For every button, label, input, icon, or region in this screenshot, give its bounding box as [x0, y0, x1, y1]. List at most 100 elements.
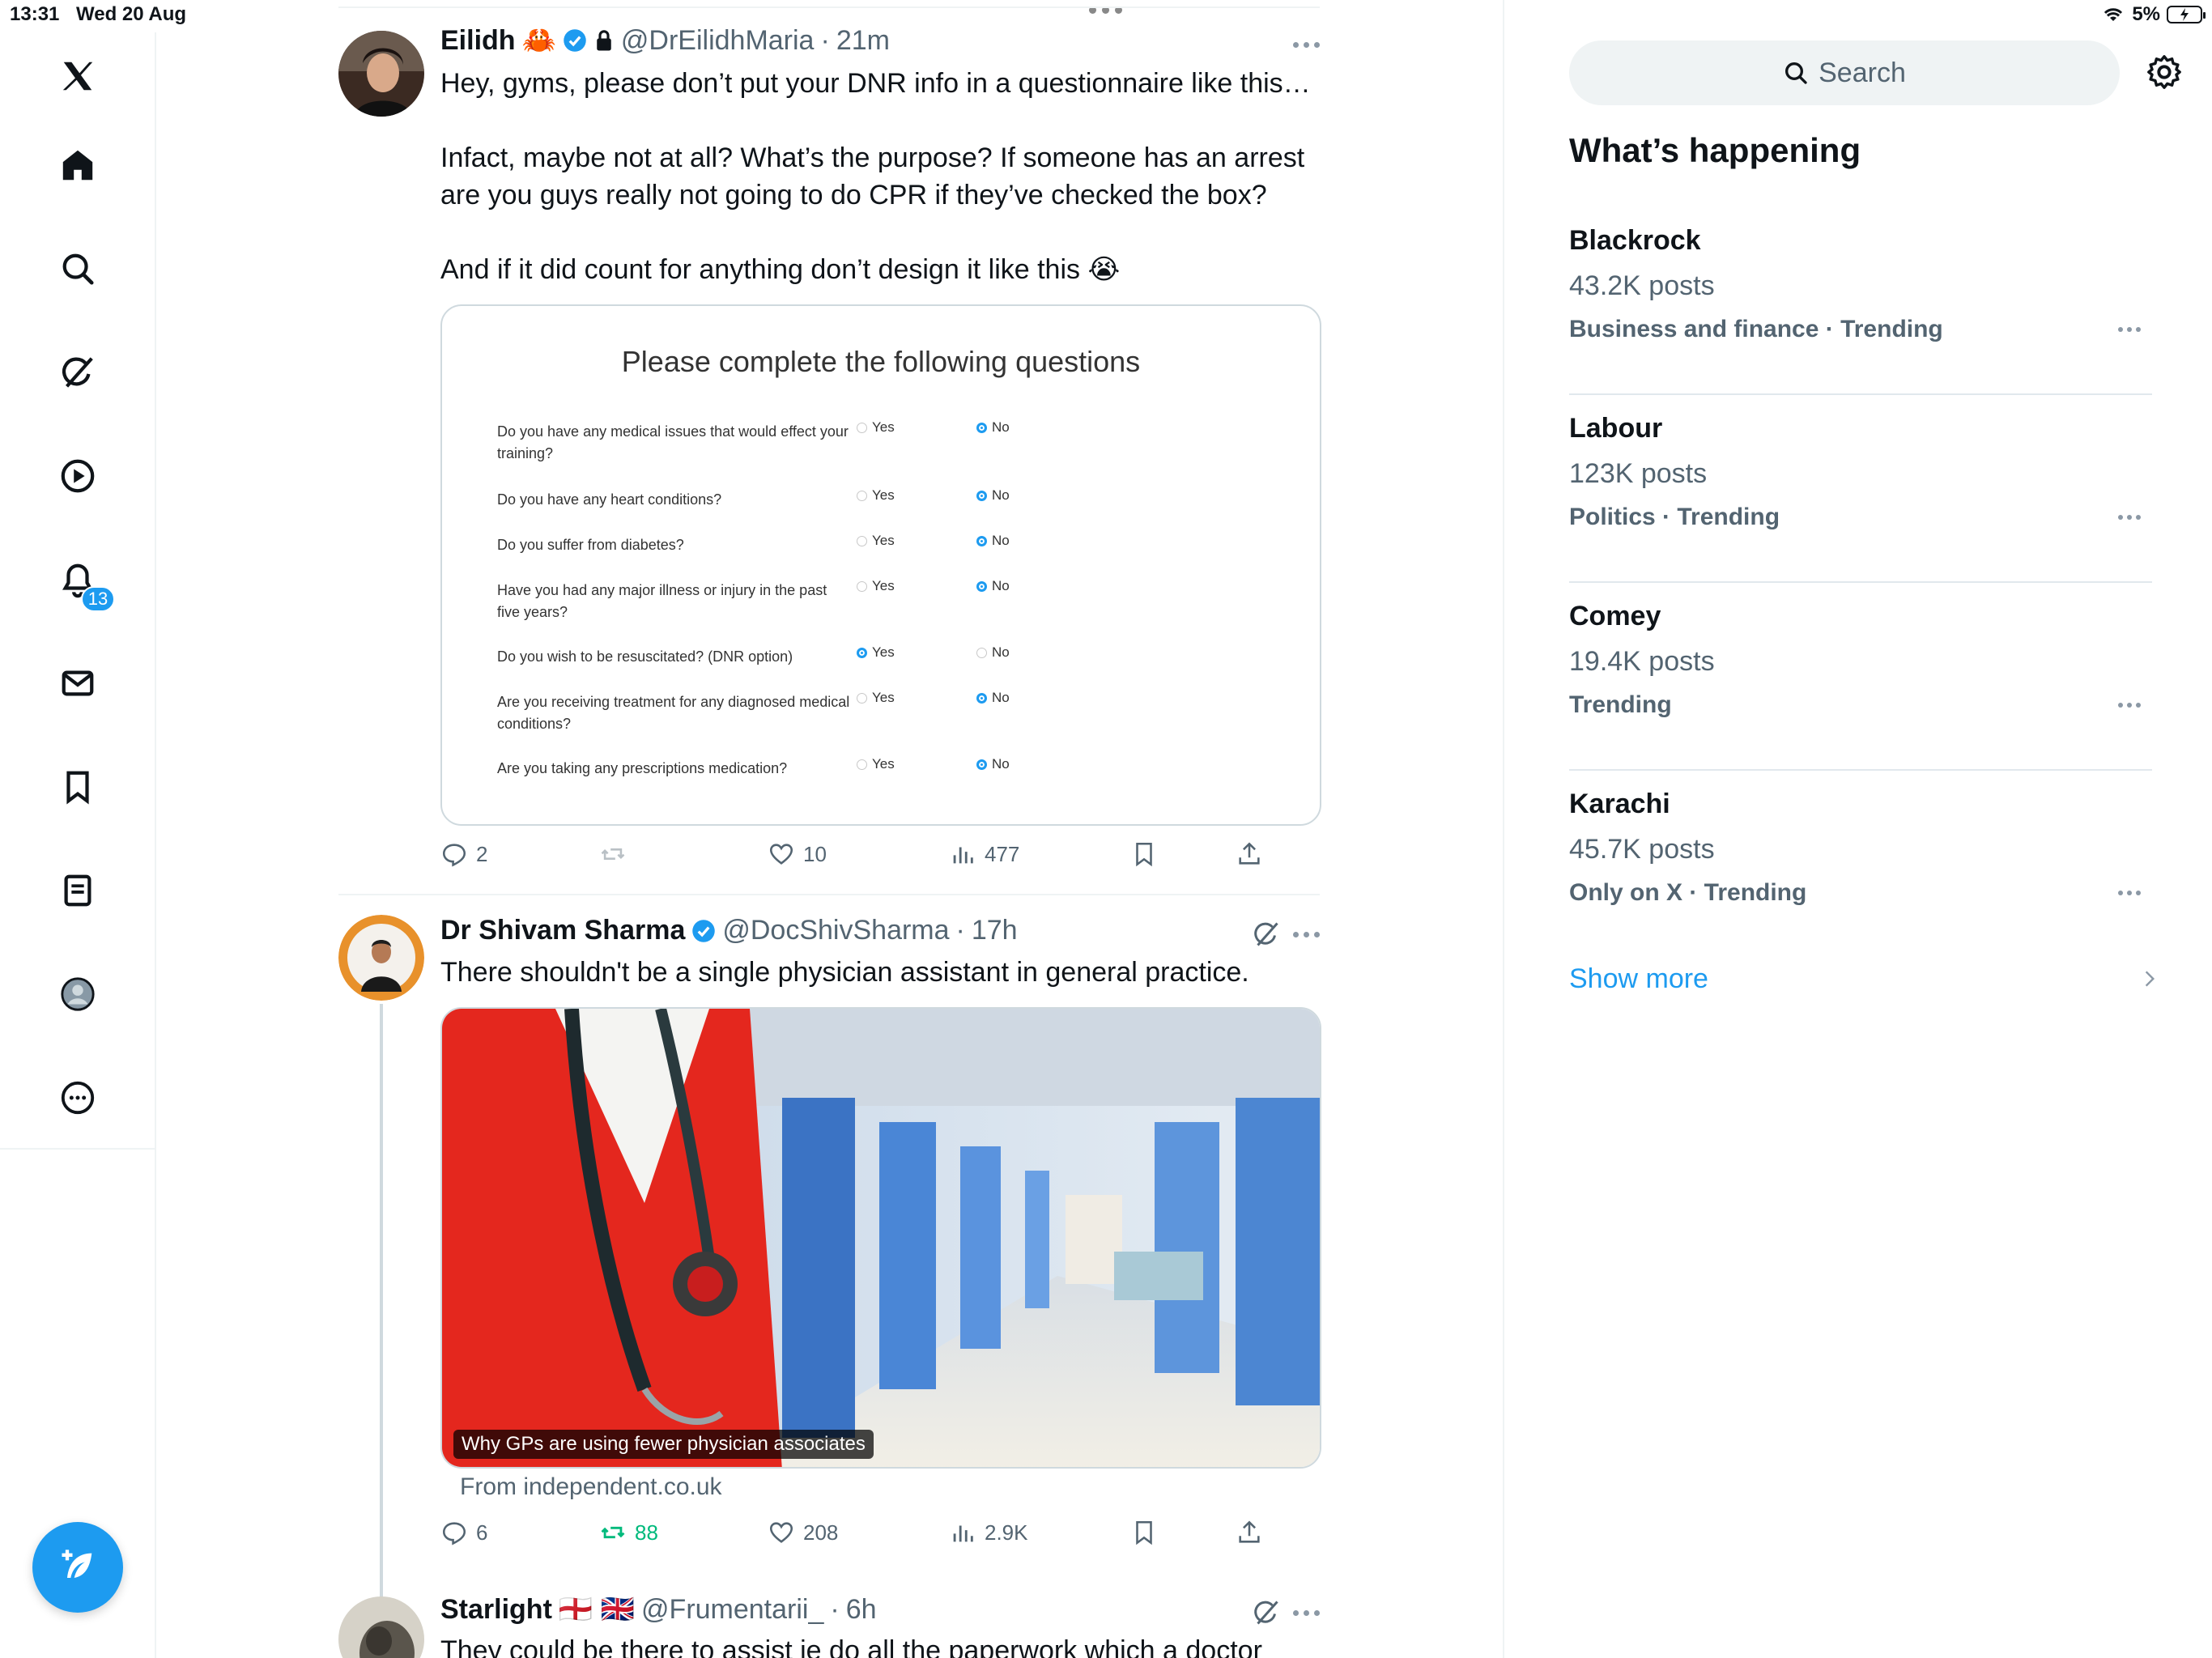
show-more-link[interactable]: Show more — [1569, 963, 1708, 995]
grok-icon[interactable] — [1252, 1598, 1281, 1627]
trend-divider — [1569, 581, 2152, 583]
post-header: Starlight 🏴󠁧󠁢󠁥󠁮󠁧󠁿 🇬🇧 @Frumentarii_ · 6h — [440, 1593, 877, 1626]
bookmark-icon — [1136, 1520, 1152, 1545]
questionnaire-image[interactable]: Please complete the following questions … — [440, 304, 1321, 826]
bookmark-button[interactable] — [1130, 840, 1158, 868]
like-button[interactable]: 10 — [768, 840, 827, 868]
avatar[interactable] — [338, 1596, 424, 1658]
left-nav: 13 — [0, 32, 156, 1658]
repost-count: 88 — [635, 1520, 658, 1545]
video-icon[interactable] — [53, 452, 102, 500]
post-header: Dr Shivam Sharma @DocShivSharma · 17h — [440, 915, 1018, 946]
trend-item[interactable]: Karachi 45.7K posts Only on X · Trending — [1569, 789, 2152, 950]
settings-gear-icon[interactable] — [2146, 53, 2183, 91]
trend-posts: 43.2K posts — [1569, 270, 1715, 301]
form-question: Have you had any major illness or injury… — [497, 582, 827, 620]
trend-more-icon[interactable] — [2118, 703, 2141, 708]
post-time[interactable]: 21m — [836, 25, 890, 57]
lists-icon[interactable] — [53, 866, 102, 915]
form-question: Do you have any heart conditions? — [497, 491, 722, 508]
reply-button[interactable]: 2 — [440, 840, 487, 868]
search-placeholder: Search — [1819, 57, 1906, 88]
post-actions: 6 88 208 2.9K — [440, 1519, 1260, 1551]
link-source[interactable]: From independent.co.uk — [460, 1473, 722, 1501]
radio-yes — [857, 422, 867, 433]
like-count: 10 — [803, 841, 827, 866]
grok-icon[interactable] — [1252, 920, 1281, 949]
right-sidebar: Search What’s happening Blackrock 43.2K … — [1503, 0, 2212, 1658]
reply-count: 6 — [476, 1520, 488, 1545]
trend-item[interactable]: Comey 19.4K posts Trending — [1569, 601, 2152, 771]
trend-item[interactable]: Labour 123K posts Politics · Trending — [1569, 413, 2152, 583]
yes-option: Yes — [857, 487, 895, 504]
timeline: Eilidh 🦀 @DrEilidhMaria · 21m Hey, gyms,… — [338, 0, 1321, 1658]
no-option: No — [976, 690, 1010, 706]
post-time[interactable]: 17h — [972, 915, 1018, 946]
author-name[interactable]: Dr Shivam Sharma — [440, 915, 685, 946]
share-button[interactable] — [1236, 1519, 1263, 1546]
yes-option: Yes — [857, 690, 895, 706]
form-question: Are you receiving treatment for any diag… — [497, 694, 850, 732]
status-time: 13:31 — [10, 3, 60, 25]
post-header: Eilidh 🦀 @DrEilidhMaria · 21m — [440, 24, 890, 57]
trend-more-icon[interactable] — [2118, 515, 2141, 520]
author-handle[interactable]: @Frumentarii_ — [641, 1594, 823, 1626]
search-icon[interactable] — [53, 244, 102, 293]
trend-posts: 19.4K posts — [1569, 646, 1715, 677]
trend-posts: 45.7K posts — [1569, 834, 1715, 865]
verified-badge-icon — [564, 29, 586, 52]
more-icon[interactable] — [53, 1073, 102, 1122]
form-question: Do you wish to be resuscitated? (DNR opt… — [497, 648, 793, 665]
post-time[interactable]: 6h — [846, 1594, 877, 1626]
avatar[interactable] — [338, 31, 424, 117]
views-icon — [953, 847, 973, 864]
messages-icon[interactable] — [53, 659, 102, 708]
compose-feather-icon — [62, 1550, 92, 1578]
search-input[interactable]: Search — [1569, 40, 2120, 105]
author-handle[interactable]: @DocShivSharma — [722, 915, 949, 946]
more-options-icon[interactable] — [1293, 42, 1320, 48]
author-name[interactable]: Eilidh — [440, 25, 516, 57]
form-question: Do you have any medical issues that woul… — [497, 423, 849, 461]
bookmarks-icon[interactable] — [53, 763, 102, 811]
search-icon — [1785, 62, 1807, 84]
views-button[interactable]: 2.9K — [949, 1519, 1028, 1546]
radio-no-selected — [976, 422, 987, 433]
form-question: Do you suffer from diabetes? — [497, 537, 684, 553]
trend-more-icon[interactable] — [2118, 327, 2141, 332]
avatar[interactable] — [338, 915, 424, 1001]
lock-icon — [597, 30, 611, 51]
reply-button[interactable]: 6 — [440, 1519, 487, 1546]
no-option: No — [976, 487, 1010, 504]
reply-count: 2 — [476, 841, 488, 866]
more-options-icon[interactable] — [1293, 932, 1320, 937]
form-question: Are you taking any prescriptions medicat… — [497, 760, 788, 776]
repost-button[interactable] — [599, 840, 635, 868]
share-button[interactable] — [1236, 840, 1263, 868]
yes-option: Yes — [857, 533, 895, 549]
x-logo-icon[interactable] — [53, 52, 102, 100]
author-name[interactable]: Starlight — [440, 1594, 552, 1626]
bookmark-button[interactable] — [1130, 1519, 1158, 1546]
trend-more-icon[interactable] — [2118, 891, 2141, 895]
repost-button[interactable]: 88 — [599, 1519, 658, 1546]
trend-item[interactable]: Blackrock 43.2K posts Business and finan… — [1569, 225, 2152, 395]
yes-option: Yes — [857, 644, 895, 661]
trend-category: Trending — [1569, 691, 1672, 718]
article-image[interactable]: Why GPs are using fewer physician associ… — [440, 1007, 1321, 1469]
compose-button[interactable] — [32, 1522, 123, 1613]
home-icon[interactable] — [53, 141, 102, 189]
profile-icon[interactable] — [53, 970, 102, 1018]
reply-icon — [442, 1522, 466, 1545]
author-flags: 🏴󠁧󠁢󠁥󠁮󠁧󠁿 🇬🇧 — [558, 1594, 636, 1625]
grok-icon[interactable] — [53, 348, 102, 397]
trend-divider — [1569, 393, 2152, 395]
author-handle[interactable]: @DrEilidhMaria — [621, 25, 815, 57]
views-button[interactable]: 477 — [949, 840, 1019, 868]
yes-option: Yes — [857, 419, 895, 436]
more-options-icon[interactable] — [1293, 1610, 1320, 1616]
like-button[interactable]: 208 — [768, 1519, 838, 1546]
trend-category: Politics · Trending — [1569, 504, 1780, 530]
trend-category: Business and finance · Trending — [1569, 316, 1943, 342]
nav-divider — [0, 1148, 156, 1150]
